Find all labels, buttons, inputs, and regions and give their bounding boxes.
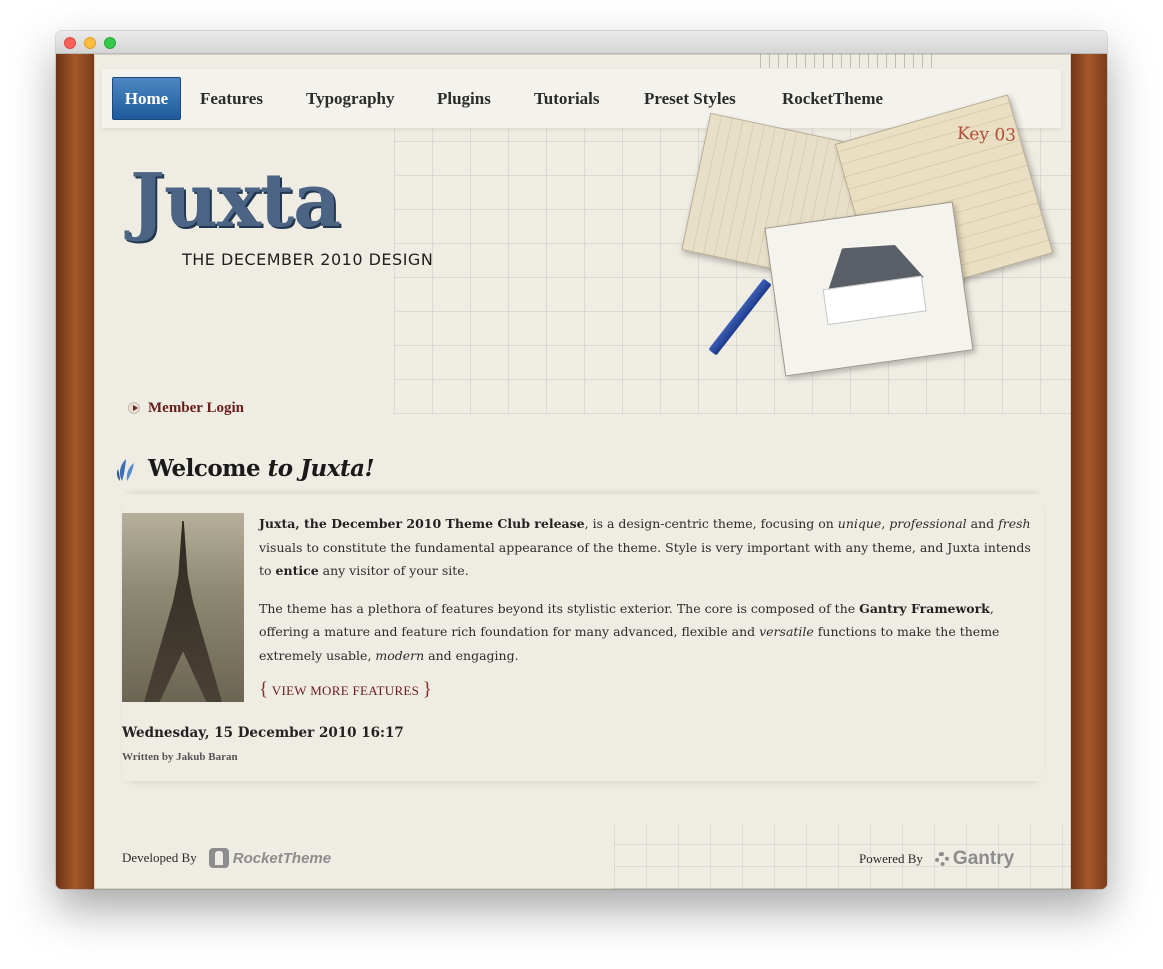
article-paragraph-1: Juxta, the December 2010 Theme Club rele…: [259, 512, 1039, 583]
strong-entice: entice: [275, 563, 319, 578]
text-span: , is a design-centric theme, focusing on: [584, 516, 838, 531]
gantry-logo-text: Gantry: [952, 848, 1015, 869]
page-paper: Home Features Typography Plugins Tutoria…: [94, 54, 1071, 889]
text-span: and: [966, 516, 999, 531]
footer-powered-by: Powered By Gantry: [859, 848, 1014, 870]
nav-item-tutorials[interactable]: Tutorials: [534, 69, 600, 128]
page-viewport: Home Features Typography Plugins Tutoria…: [56, 54, 1107, 889]
nav-item-typography[interactable]: Typography: [306, 69, 395, 128]
blueprint-decoration-top: [760, 54, 935, 68]
article-body: Juxta, the December 2010 Theme Club rele…: [259, 512, 1039, 681]
developed-by-label: Developed By: [122, 850, 197, 865]
view-more-features-link[interactable]: { VIEW MORE FEATURES }: [259, 679, 432, 701]
rockettheme-logo-text: RocketTheme: [232, 849, 332, 867]
text-span: The theme has a plethora of features bey…: [259, 600, 860, 616]
eiffel-tower-photo: [122, 513, 244, 702]
welcome-title-italic: to Juxta!: [267, 455, 375, 482]
view-more-features-label: VIEW MORE FEATURES: [271, 683, 420, 698]
emphasis-fresh: fresh: [998, 516, 1031, 531]
strong-gantry-framework: Gantry Framework: [859, 600, 990, 616]
site-logo-subtitle: THE DECEMBER 2010 DESIGN: [182, 250, 434, 269]
minimize-window-button[interactable]: [84, 37, 96, 49]
member-login-label: Member Login: [148, 399, 244, 416]
emphasis-unique: unique: [837, 516, 882, 531]
window-titlebar: [56, 31, 1107, 54]
header-house-photo: [764, 201, 974, 377]
article: Juxta, the December 2010 Theme Club rele…: [122, 494, 1044, 781]
nav-item-rockettheme[interactable]: RocketTheme: [782, 69, 883, 128]
leaf-icon: [116, 459, 134, 481]
brace-close: }: [422, 679, 433, 700]
play-arrow-icon: [128, 402, 140, 414]
article-lead-bold: Juxta, the December 2010 Theme Club rele…: [259, 516, 585, 531]
text-span: and engaging.: [424, 647, 519, 663]
gear-icon: [934, 852, 949, 866]
card-handwritten-note: Key 03: [956, 123, 1017, 146]
nav-item-home[interactable]: Home: [112, 77, 181, 120]
emphasis-professional: professional: [889, 516, 967, 531]
article-author: Written by Jakub Baran: [122, 751, 238, 763]
browser-window: Home Features Typography Plugins Tutoria…: [56, 31, 1107, 889]
text-span: any visitor of your site.: [318, 563, 469, 578]
page-title: Welcome to Juxta!: [148, 455, 375, 482]
welcome-title-plain: Welcome: [148, 455, 261, 482]
article-date: Wednesday, 15 December 2010 16:17: [122, 725, 404, 741]
gantry-logo-link[interactable]: Gantry: [934, 848, 1015, 870]
powered-by-label: Powered By: [859, 851, 923, 866]
close-window-button[interactable]: [64, 37, 76, 49]
wood-background-left: [56, 54, 94, 889]
article-paragraph-2: The theme has a plethora of features bey…: [259, 597, 1039, 668]
emphasis-modern: modern: [375, 647, 425, 663]
eiffel-tower-shape: [144, 521, 222, 702]
footer-developed-by: Developed By RocketTheme: [122, 848, 331, 868]
rockettheme-logo-icon: [208, 848, 229, 868]
zoom-window-button[interactable]: [104, 37, 116, 49]
member-login-link[interactable]: Member Login: [128, 398, 244, 418]
site-logo[interactable]: Juxta: [130, 158, 341, 244]
emphasis-versatile: versatile: [759, 624, 814, 639]
wood-background-right: [1069, 54, 1107, 889]
brace-open: {: [259, 679, 269, 700]
rockettheme-logo-link[interactable]: RocketTheme: [208, 848, 332, 868]
nav-item-features[interactable]: Features: [200, 69, 263, 128]
nav-item-plugins[interactable]: Plugins: [437, 69, 491, 128]
